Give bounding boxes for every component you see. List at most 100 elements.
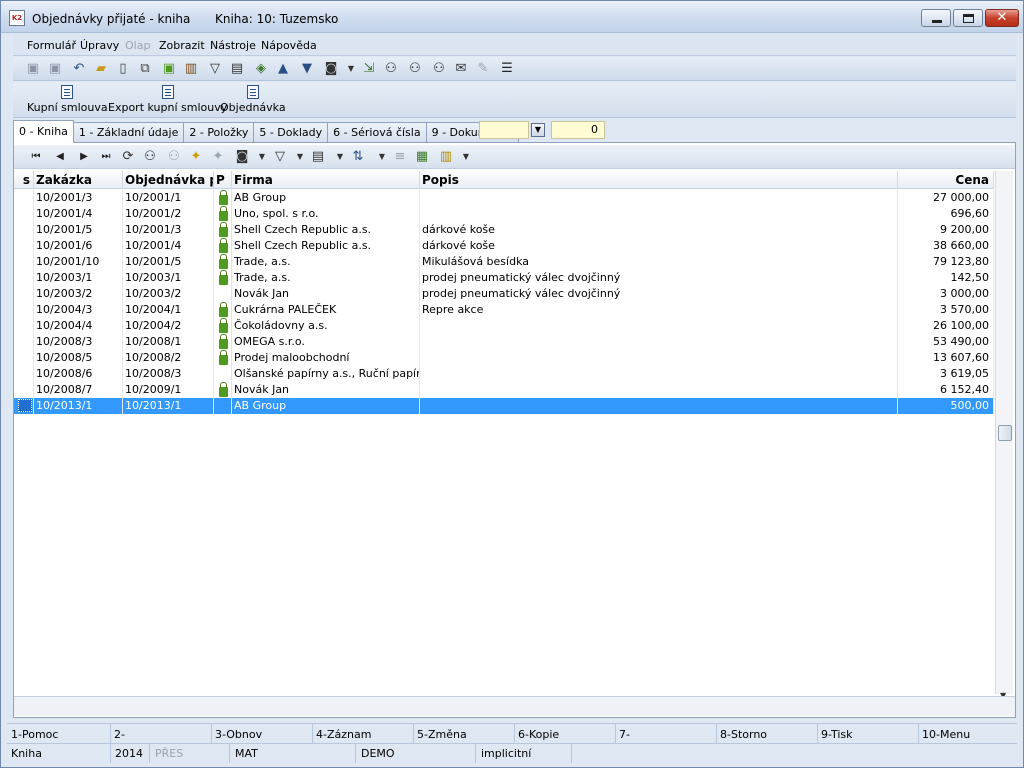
- col-header-popis[interactable]: Popis: [420, 171, 898, 189]
- stack-icon[interactable]: ◈: [253, 61, 269, 77]
- mail-icon[interactable]: ✉: [453, 61, 469, 77]
- table-row[interactable]: 10/2008/5 10/2008/2 Prodej maloobchodní 13 …: [14, 350, 994, 366]
- find-next-icon[interactable]: ⚇: [407, 61, 423, 77]
- kupni-smlouva-button[interactable]: Kupní smlouva: [27, 85, 108, 114]
- table-row[interactable]: 10/2001/5 10/2001/3 Shell Czech Republic a…: [14, 222, 994, 238]
- camera-dropdown-icon[interactable]: ▼: [343, 61, 359, 77]
- columns-dropdown-icon[interactable]: ▼: [332, 149, 348, 165]
- menu-napoveda[interactable]: Nápověda: [261, 39, 317, 52]
- report-dropdown-icon[interactable]: ▼: [458, 149, 474, 165]
- fkey-6[interactable]: 6-Kopie: [518, 728, 559, 741]
- camera-dropdown-icon[interactable]: ▼: [254, 149, 270, 165]
- cell-zakazka: 10/2013/1: [34, 398, 123, 414]
- table-row[interactable]: 10/2001/4 10/2001/2 Uno, spol. s r.o. 696,6…: [14, 206, 994, 222]
- table-row[interactable]: 10/2001/6 10/2001/4 Shell Czech Republic a…: [14, 238, 994, 254]
- chevron-down-icon[interactable]: ▼: [531, 123, 545, 137]
- menu-lines-icon[interactable]: ☰: [499, 61, 515, 77]
- camera-icon[interactable]: ◙: [234, 149, 250, 165]
- menu-zobrazit[interactable]: Zobrazit: [159, 39, 205, 52]
- filter-icon[interactable]: ▽: [272, 149, 288, 165]
- table-row[interactable]: 10/2004/4 10/2004/2 Čokoládovny a.s. 26 100…: [14, 318, 994, 334]
- fkey-3[interactable]: 3-Obnov: [215, 728, 262, 741]
- copy-icon[interactable]: ⧉: [137, 61, 153, 77]
- fkey-separator: [817, 724, 818, 743]
- col-header-p[interactable]: P: [214, 171, 232, 189]
- first-record-icon[interactable]: ⏮: [28, 149, 44, 165]
- prev-record-icon[interactable]: ◀: [52, 149, 68, 165]
- maximize-button[interactable]: [953, 9, 983, 27]
- filter-list-icon[interactable]: ▤: [229, 61, 245, 77]
- fkey-2[interactable]: 2-: [114, 728, 125, 741]
- arrow-down-icon[interactable]: ▼: [299, 61, 315, 77]
- table-row[interactable]: 10/2004/3 10/2004/1 Cukrárna PALEČEK Repre …: [14, 302, 994, 318]
- lock-icon[interactable]: ▣: [161, 61, 177, 77]
- search-icon[interactable]: ⚇: [142, 149, 158, 165]
- title-bar[interactable]: K2 Objednávky přijaté - kniha Kniha: 10:…: [1, 1, 1023, 33]
- last-record-icon[interactable]: ⏭: [98, 149, 114, 165]
- col-header-zakazka[interactable]: Zakázka: [34, 171, 123, 189]
- export-excel-icon[interactable]: ▦: [414, 149, 430, 165]
- table-row[interactable]: 10/2008/7 10/2009/1 Novák Jan 6 152,40: [14, 382, 994, 398]
- table-row[interactable]: 10/2001/3 10/2001/1 AB Group 27 000,00: [14, 190, 994, 206]
- filter-combo[interactable]: [479, 121, 529, 139]
- fkey-7[interactable]: 7-: [619, 728, 630, 741]
- vertical-scrollbar[interactable]: ▼: [995, 171, 1013, 700]
- tab-zakladni-udaje[interactable]: 1 - Základní údaje: [72, 122, 185, 143]
- report-icon[interactable]: ▥: [438, 149, 454, 165]
- cell-zakazka: 10/2008/7: [34, 382, 123, 398]
- table-row[interactable]: 10/2001/10 10/2001/5 Trade, a.s. Mikulášová…: [14, 254, 994, 270]
- menu-upravy[interactable]: Úpravy: [80, 39, 119, 52]
- export-kupni-smlouvy-button[interactable]: Export kupní smlouvy: [108, 85, 227, 114]
- save-icon[interactable]: ▣: [25, 61, 41, 77]
- objednavka-button[interactable]: Objednávka: [220, 85, 286, 114]
- remove-favorite-icon: ✦: [212, 149, 224, 164]
- col-header-s[interactable]: s: [14, 171, 34, 189]
- arrow-up-icon[interactable]: ▲: [275, 61, 291, 77]
- fkey-8[interactable]: 8-Storno: [720, 728, 767, 741]
- minimize-button[interactable]: [921, 9, 951, 27]
- table-row[interactable]: 10/2008/3 10/2008/1 OMEGA s.r.o. 53 490,00: [14, 334, 994, 350]
- sort-icon[interactable]: ⇅: [350, 149, 366, 165]
- table-row[interactable]: 10/2013/1 10/2013/1 AB Group 500,00: [14, 398, 994, 414]
- fkey-1[interactable]: 1-Pomoc: [11, 728, 58, 741]
- fkey-10[interactable]: 10-Menu: [922, 728, 970, 741]
- next-record-icon[interactable]: ▶: [76, 149, 92, 165]
- columns-icon[interactable]: ▤: [310, 149, 326, 165]
- table-row[interactable]: 10/2008/6 10/2008/3 Olšanské papírny a.s.,…: [14, 366, 994, 382]
- book-icon[interactable]: ▥: [183, 61, 199, 77]
- save-as-icon[interactable]: ▣: [47, 61, 63, 77]
- fkey-9[interactable]: 9-Tisk: [821, 728, 853, 741]
- cell-popis: [420, 206, 898, 222]
- col-header-cena[interactable]: Cena: [898, 171, 994, 189]
- cell-cena: 3 000,00: [898, 286, 994, 302]
- transfer-icon[interactable]: ⇲: [361, 61, 377, 77]
- add-favorite-icon[interactable]: ✦: [188, 149, 204, 165]
- binoculars-icon[interactable]: ⚇: [383, 61, 399, 77]
- table-row[interactable]: 10/2003/2 10/2003/2 Novák Jan prodej pneuma…: [14, 286, 994, 302]
- table-row[interactable]: 10/2003/1 10/2003/1 Trade, a.s. prodej pneu…: [14, 270, 994, 286]
- tab-seriova-cisla[interactable]: 6 - Sériová čísla: [327, 122, 427, 143]
- cell-popis: [420, 190, 898, 206]
- filter-dropdown-icon[interactable]: ▼: [292, 149, 308, 165]
- undo-icon[interactable]: ↶: [71, 61, 87, 77]
- tab-kniha[interactable]: 0 - Kniha: [13, 120, 74, 143]
- sort-dropdown-icon[interactable]: ▼: [374, 149, 390, 165]
- filter-icon[interactable]: ▽: [207, 61, 223, 77]
- scroll-thumb[interactable]: [998, 425, 1012, 441]
- cell-cena: 79 123,80: [898, 254, 994, 270]
- menu-nastroje[interactable]: Nástroje: [210, 39, 256, 52]
- menu-formular[interactable]: Formulář: [27, 39, 76, 52]
- find-prev-icon[interactable]: ⚇: [431, 61, 447, 77]
- camera-icon[interactable]: ◙: [323, 61, 339, 77]
- fkey-4[interactable]: 4-Záznam: [316, 728, 371, 741]
- col-header-objednavka[interactable]: Objednávka p: [123, 171, 214, 189]
- col-header-firma[interactable]: Firma: [232, 171, 420, 189]
- tab-polozky[interactable]: 2 - Položky: [183, 122, 255, 143]
- tab-doklady[interactable]: 5 - Doklady: [253, 122, 329, 143]
- open-folder-icon[interactable]: ▰: [93, 61, 109, 77]
- fkey-5[interactable]: 5-Změna: [417, 728, 467, 741]
- new-document-icon[interactable]: ▯: [115, 61, 131, 77]
- close-button[interactable]: ✕: [985, 9, 1019, 27]
- cell-firma: Novák Jan: [232, 286, 420, 302]
- refresh-icon[interactable]: ⟳: [120, 149, 136, 165]
